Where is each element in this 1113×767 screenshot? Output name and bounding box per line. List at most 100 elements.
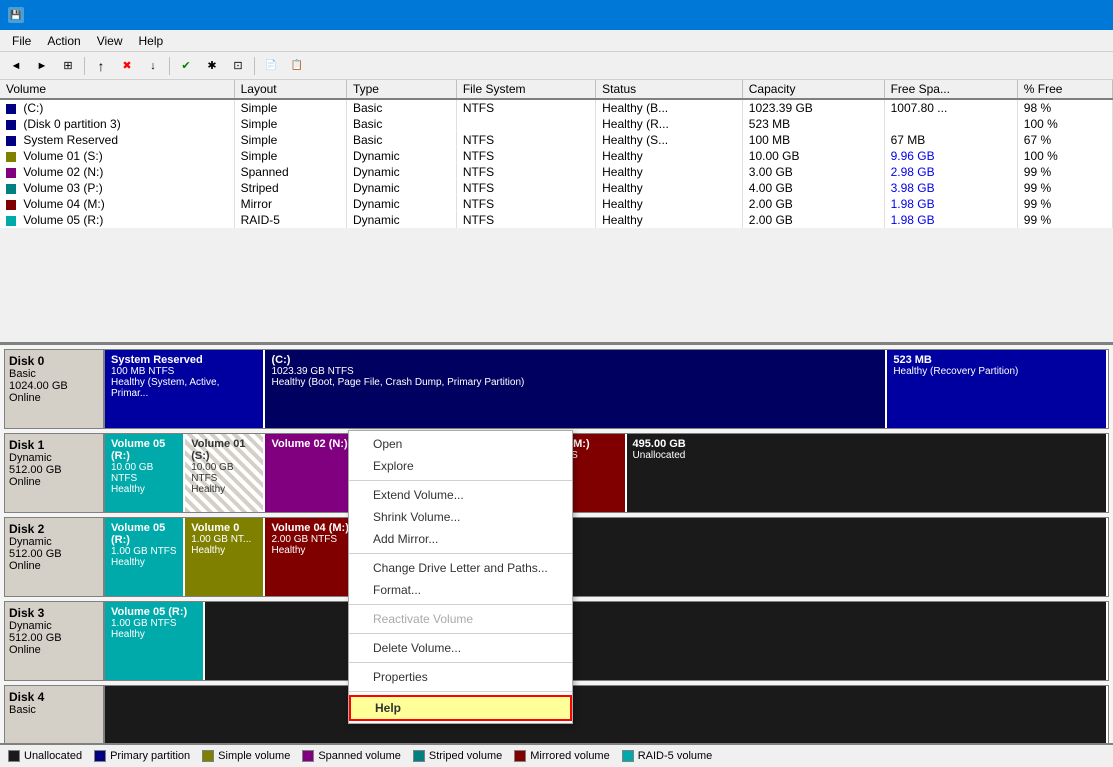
table-row[interactable]: Volume 04 (M:) Mirror Dynamic NTFS Healt…: [0, 196, 1113, 212]
menu-help[interactable]: Help: [131, 32, 172, 50]
legend-item-0: Unallocated: [8, 750, 82, 762]
toolbar-delete[interactable]: ✖: [115, 55, 139, 77]
cell-filesystem: NTFS: [456, 148, 595, 164]
ctx-item-add-mirror---[interactable]: Add Mirror...: [349, 528, 572, 550]
partition-0-1[interactable]: (C:)1023.39 GB NTFSHealthy (Boot, Page F…: [265, 350, 887, 428]
legend-item-1: Primary partition: [94, 750, 190, 762]
cell-status: Healthy (R...: [596, 116, 743, 132]
menu-file[interactable]: File: [4, 32, 39, 50]
cell-status: Healthy (B...: [596, 99, 743, 116]
menu-bar: File Action View Help: [0, 30, 1113, 52]
toolbar-help[interactable]: ⊡: [226, 55, 250, 77]
table-row[interactable]: System Reserved Simple Basic NTFS Health…: [0, 132, 1113, 148]
ctx-item-change-drive-letter-and-paths---[interactable]: Change Drive Letter and Paths...: [349, 557, 572, 579]
partition-4-0[interactable]: [105, 686, 1108, 743]
cell-capacity: 2.00 GB: [742, 212, 884, 228]
partition-3-0[interactable]: Volume 05 (R:)1.00 GB NTFSHealthy: [105, 602, 205, 680]
disk-label-3: Disk 3Dynamic512.00 GBOnline: [5, 602, 105, 680]
window-controls[interactable]: [967, 0, 1105, 30]
toolbar-show-hide[interactable]: ↑: [89, 55, 113, 77]
table-row[interactable]: (Disk 0 partition 3) Simple Basic Health…: [0, 116, 1113, 132]
volume-table-panel: Volume Layout Type File System Status Ca…: [0, 80, 1113, 345]
cell-volume: System Reserved: [0, 132, 234, 148]
cell-type: Dynamic: [346, 196, 456, 212]
close-button[interactable]: [1059, 0, 1105, 30]
ctx-item-properties[interactable]: Properties: [349, 666, 572, 688]
minimize-button[interactable]: [967, 0, 1013, 30]
cell-layout: Simple: [234, 148, 346, 164]
ctx-sep-13: [349, 662, 572, 663]
cell-layout: Simple: [234, 99, 346, 116]
partition-1-0[interactable]: Volume 05 (R:)10.00 GB NTFSHealthy: [105, 434, 185, 512]
partition-0-2[interactable]: 523 MBHealthy (Recovery Partition): [887, 350, 1108, 428]
cell-filesystem: [456, 116, 595, 132]
toolbar-new[interactable]: ✔: [174, 55, 198, 77]
partition-2-0[interactable]: Volume 05 (R:)1.00 GB NTFSHealthy: [105, 518, 185, 596]
ctx-item-help[interactable]: Help: [349, 695, 572, 721]
ctx-item-format---[interactable]: Format...: [349, 579, 572, 601]
legend-box-5: [514, 750, 526, 762]
toolbar-refresh[interactable]: ✱: [200, 55, 224, 77]
cell-layout: Simple: [234, 132, 346, 148]
toolbar-forward[interactable]: ►: [30, 55, 54, 77]
title-bar-left: 💾: [8, 7, 30, 23]
legend-label-6: RAID-5 volume: [638, 750, 713, 762]
partition-0-0[interactable]: System Reserved100 MB NTFSHealthy (Syste…: [105, 350, 265, 428]
partition-3-1[interactable]: [205, 602, 1108, 680]
toolbar-extra2[interactable]: 📋: [285, 55, 309, 77]
maximize-button[interactable]: [1013, 0, 1059, 30]
cell-pct: 99 %: [1017, 196, 1112, 212]
volume-table-body: (C:) Simple Basic NTFS Healthy (B... 102…: [0, 99, 1113, 228]
legend-box-0: [8, 750, 20, 762]
ctx-item-shrink-volume---[interactable]: Shrink Volume...: [349, 506, 572, 528]
partition-1-1[interactable]: Volume 01 (S:)10.00 GB NTFSHealthy: [185, 434, 265, 512]
disk-row-0: Disk 0Basic1024.00 GBOnlineSystem Reserv…: [4, 349, 1109, 429]
ctx-item-extend-volume---[interactable]: Extend Volume...: [349, 484, 572, 506]
cell-layout: Striped: [234, 180, 346, 196]
cell-capacity: 100 MB: [742, 132, 884, 148]
ctx-sep-6: [349, 553, 572, 554]
toolbar-up[interactable]: ⊞: [56, 55, 80, 77]
cell-pct: 100 %: [1017, 148, 1112, 164]
cell-volume: Volume 03 (P:): [0, 180, 234, 196]
ctx-item-open[interactable]: Open: [349, 433, 572, 455]
cell-free: 1007.80 ...: [884, 99, 1017, 116]
cell-pct: 99 %: [1017, 180, 1112, 196]
toolbar-back[interactable]: ◄: [4, 55, 28, 77]
toolbar-sep3: [254, 57, 255, 75]
cell-free: [884, 116, 1017, 132]
legend-label-0: Unallocated: [24, 750, 82, 762]
col-capacity: Capacity: [742, 80, 884, 99]
menu-action[interactable]: Action: [39, 32, 88, 50]
table-row[interactable]: Volume 02 (N:) Spanned Dynamic NTFS Heal…: [0, 164, 1113, 180]
ctx-item-delete-volume---[interactable]: Delete Volume...: [349, 637, 572, 659]
col-free: Free Spa...: [884, 80, 1017, 99]
toolbar-extra1[interactable]: 📄: [259, 55, 283, 77]
cell-filesystem: NTFS: [456, 164, 595, 180]
cell-type: Dynamic: [346, 180, 456, 196]
cell-pct: 67 %: [1017, 132, 1112, 148]
table-row[interactable]: Volume 05 (R:) RAID-5 Dynamic NTFS Healt…: [0, 212, 1113, 228]
cell-type: Dynamic: [346, 212, 456, 228]
legend-box-3: [302, 750, 314, 762]
table-row[interactable]: (C:) Simple Basic NTFS Healthy (B... 102…: [0, 99, 1113, 116]
cell-capacity: 1023.39 GB: [742, 99, 884, 116]
table-row[interactable]: Volume 01 (S:) Simple Dynamic NTFS Healt…: [0, 148, 1113, 164]
menu-view[interactable]: View: [89, 32, 131, 50]
legend-item-4: Striped volume: [413, 750, 502, 762]
partition-2-1[interactable]: Volume 01.00 GB NT...Healthy: [185, 518, 265, 596]
ctx-sep-9: [349, 604, 572, 605]
table-row[interactable]: Volume 03 (P:) Striped Dynamic NTFS Heal…: [0, 180, 1113, 196]
toolbar-properties[interactable]: ↓: [141, 55, 165, 77]
partition-1-5[interactable]: 495.00 GBUnallocated: [627, 434, 1108, 512]
cell-capacity: 4.00 GB: [742, 180, 884, 196]
col-layout: Layout: [234, 80, 346, 99]
cell-filesystem: NTFS: [456, 99, 595, 116]
disk-partitions-2: Volume 05 (R:)1.00 GB NTFSHealthyVolume …: [105, 518, 1108, 596]
cell-status: Healthy (S...: [596, 132, 743, 148]
cell-pct: 99 %: [1017, 212, 1112, 228]
cell-free: 67 MB: [884, 132, 1017, 148]
cell-free: 9.96 GB: [884, 148, 1017, 164]
ctx-item-explore[interactable]: Explore: [349, 455, 572, 477]
cell-layout: Mirror: [234, 196, 346, 212]
